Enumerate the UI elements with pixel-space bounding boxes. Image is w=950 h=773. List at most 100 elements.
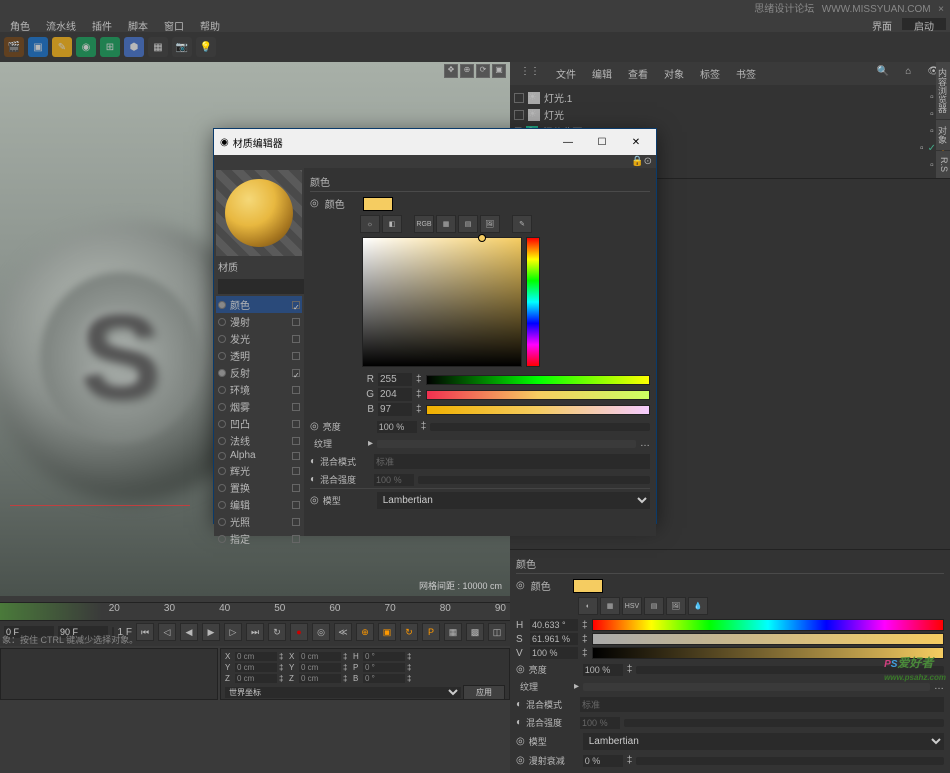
material-manager[interactable] <box>0 648 218 700</box>
grad2-icon[interactable]: ◧ <box>382 215 402 233</box>
h-slider[interactable] <box>592 619 944 631</box>
hue-strip[interactable] <box>526 237 540 367</box>
falloff-value[interactable]: 0 % <box>583 755 623 767</box>
pos-y[interactable] <box>235 663 277 672</box>
clapper-icon[interactable]: 🎬 <box>4 37 24 57</box>
channel-光照[interactable]: 光照 <box>216 513 302 530</box>
rp-file-icon[interactable]: ⋮⋮ <box>514 64 546 83</box>
key-mode-icon[interactable]: ▦ <box>444 623 462 641</box>
side-tab-browser[interactable]: 内容浏览器 <box>936 62 950 119</box>
dropper-icon[interactable]: 💧 <box>688 597 708 615</box>
camera-icon[interactable]: 📷 <box>172 37 192 57</box>
play-fwd-icon[interactable]: ▶ <box>202 623 220 641</box>
h-value[interactable]: 40.633 ° <box>530 619 578 631</box>
pin-icon[interactable]: ⊙ <box>644 156 652 167</box>
key-p-icon[interactable]: P <box>422 623 440 641</box>
channel-法线[interactable]: 法线 <box>216 432 302 449</box>
picker-icon[interactable]: ◐ <box>578 597 598 615</box>
channel-透明[interactable]: 透明 <box>216 347 302 364</box>
maximize-button[interactable]: ☐ <box>588 133 616 151</box>
tab-edit[interactable]: 编辑 <box>586 64 618 83</box>
menu-window[interactable]: 窗口 <box>158 18 190 30</box>
dlg-texture[interactable] <box>377 440 636 448</box>
sun-icon[interactable]: ☼ <box>360 215 380 233</box>
tab-view[interactable]: 查看 <box>622 64 654 83</box>
key-mode2-icon[interactable]: ▩ <box>466 623 484 641</box>
pen-icon[interactable]: ✎ <box>52 37 72 57</box>
rgb-btn[interactable]: RGB <box>414 215 434 233</box>
falloff-slider[interactable] <box>636 757 944 765</box>
key-next-icon[interactable]: ▷ <box>224 623 242 641</box>
key-rot-icon[interactable]: ↻ <box>400 623 418 641</box>
play-rev-icon[interactable]: ◀ <box>180 623 198 641</box>
loop-icon[interactable]: ↻ <box>268 623 286 641</box>
menu-role[interactable]: 角色 <box>4 18 36 30</box>
light-icon[interactable]: 💡 <box>196 37 216 57</box>
deform-icon[interactable]: ◉ <box>76 37 96 57</box>
img-icon[interactable]: 🖼 <box>666 597 686 615</box>
model-select[interactable]: Lambertian <box>583 733 944 750</box>
v-value[interactable]: 100 % <box>530 647 578 659</box>
channel-指定[interactable]: 指定 <box>216 530 302 547</box>
pos-z[interactable] <box>235 674 277 683</box>
goto-end-icon[interactable]: ⏭ <box>246 623 264 641</box>
channel-发光[interactable]: 发光 <box>216 330 302 347</box>
r-value[interactable]: 255 <box>378 373 412 386</box>
tab-bookmark[interactable]: 书签 <box>730 64 762 83</box>
channel-编辑[interactable]: 编辑 <box>216 496 302 513</box>
b-value[interactable]: 97 <box>378 403 412 416</box>
g-slider[interactable] <box>426 390 650 400</box>
channel-反射[interactable]: 反射 <box>216 364 302 381</box>
menu-help[interactable]: 帮助 <box>194 18 226 30</box>
key-mode3-icon[interactable]: ◫ <box>488 623 506 641</box>
tree-item[interactable]: 灯光.1 <box>544 90 572 105</box>
hsv-btn[interactable]: HSV <box>622 597 642 615</box>
material-preview[interactable] <box>216 170 302 256</box>
grid-icon[interactable]: ▦ <box>436 215 456 233</box>
layout-dropdown[interactable]: 启动 <box>902 18 946 30</box>
search-icon[interactable]: 🔍 <box>871 64 895 83</box>
channel-置换[interactable]: 置换 <box>216 479 302 496</box>
color-swatch[interactable] <box>573 579 603 593</box>
texture-field[interactable] <box>583 683 930 691</box>
floor-icon[interactable]: ▦ <box>148 37 168 57</box>
channel-漫射[interactable]: 漫射 <box>216 313 302 330</box>
menu-plugin[interactable]: 插件 <box>86 18 118 30</box>
color-swatch-dlg[interactable] <box>363 197 393 211</box>
channel-烟雾[interactable]: 烟雾 <box>216 398 302 415</box>
material-name[interactable]: 材质 <box>216 256 302 277</box>
cube-icon[interactable]: ▣ <box>28 37 48 57</box>
pos-x[interactable] <box>235 652 277 661</box>
tab-tag[interactable]: 标签 <box>694 64 726 83</box>
coord-mode[interactable]: 世界坐标 <box>225 687 461 698</box>
channel-凹凸[interactable]: 凹凸 <box>216 415 302 432</box>
side-tab-object[interactable]: 对象 <box>936 120 950 150</box>
array-icon[interactable]: ⊞ <box>100 37 120 57</box>
close-button[interactable]: ✕ <box>622 133 650 151</box>
swatch-icon[interactable]: ▤ <box>644 597 664 615</box>
close-icon[interactable]: × <box>938 4 944 15</box>
menu-pipeline[interactable]: 流水线 <box>40 18 82 30</box>
key-pos-icon[interactable]: ⊕ <box>356 623 374 641</box>
home-icon[interactable]: ⌂ <box>899 64 917 83</box>
vp-move-icon[interactable]: ✥ <box>444 64 458 78</box>
ruler[interactable]: 0102030405060708090 <box>0 603 510 621</box>
key-scale-icon[interactable]: ▣ <box>378 623 396 641</box>
poly-icon[interactable]: ⬢ <box>124 37 144 57</box>
dlg-brightness-slider[interactable] <box>430 423 650 431</box>
goto-start-icon[interactable]: ⏮ <box>136 623 154 641</box>
swatch2-icon[interactable]: ▤ <box>458 215 478 233</box>
minimize-button[interactable]: — <box>554 133 582 151</box>
s-value[interactable]: 61.961 % <box>530 633 578 645</box>
tab-object[interactable]: 对象 <box>658 64 690 83</box>
menu-script[interactable]: 脚本 <box>122 18 154 30</box>
autokey-icon[interactable]: ◎ <box>312 623 330 641</box>
img2-icon[interactable]: 🖼 <box>480 215 500 233</box>
channel-辉光[interactable]: 辉光 <box>216 462 302 479</box>
brightness-value[interactable]: 100 % <box>583 664 623 676</box>
g-value[interactable]: 204 <box>378 388 412 401</box>
channel-颜色[interactable]: 颜色 <box>216 296 302 313</box>
prev-icon[interactable]: ≪ <box>334 623 352 641</box>
dlg-model-select[interactable]: Lambertian <box>377 492 650 509</box>
vp-rotate-icon[interactable]: ⟳ <box>476 64 490 78</box>
